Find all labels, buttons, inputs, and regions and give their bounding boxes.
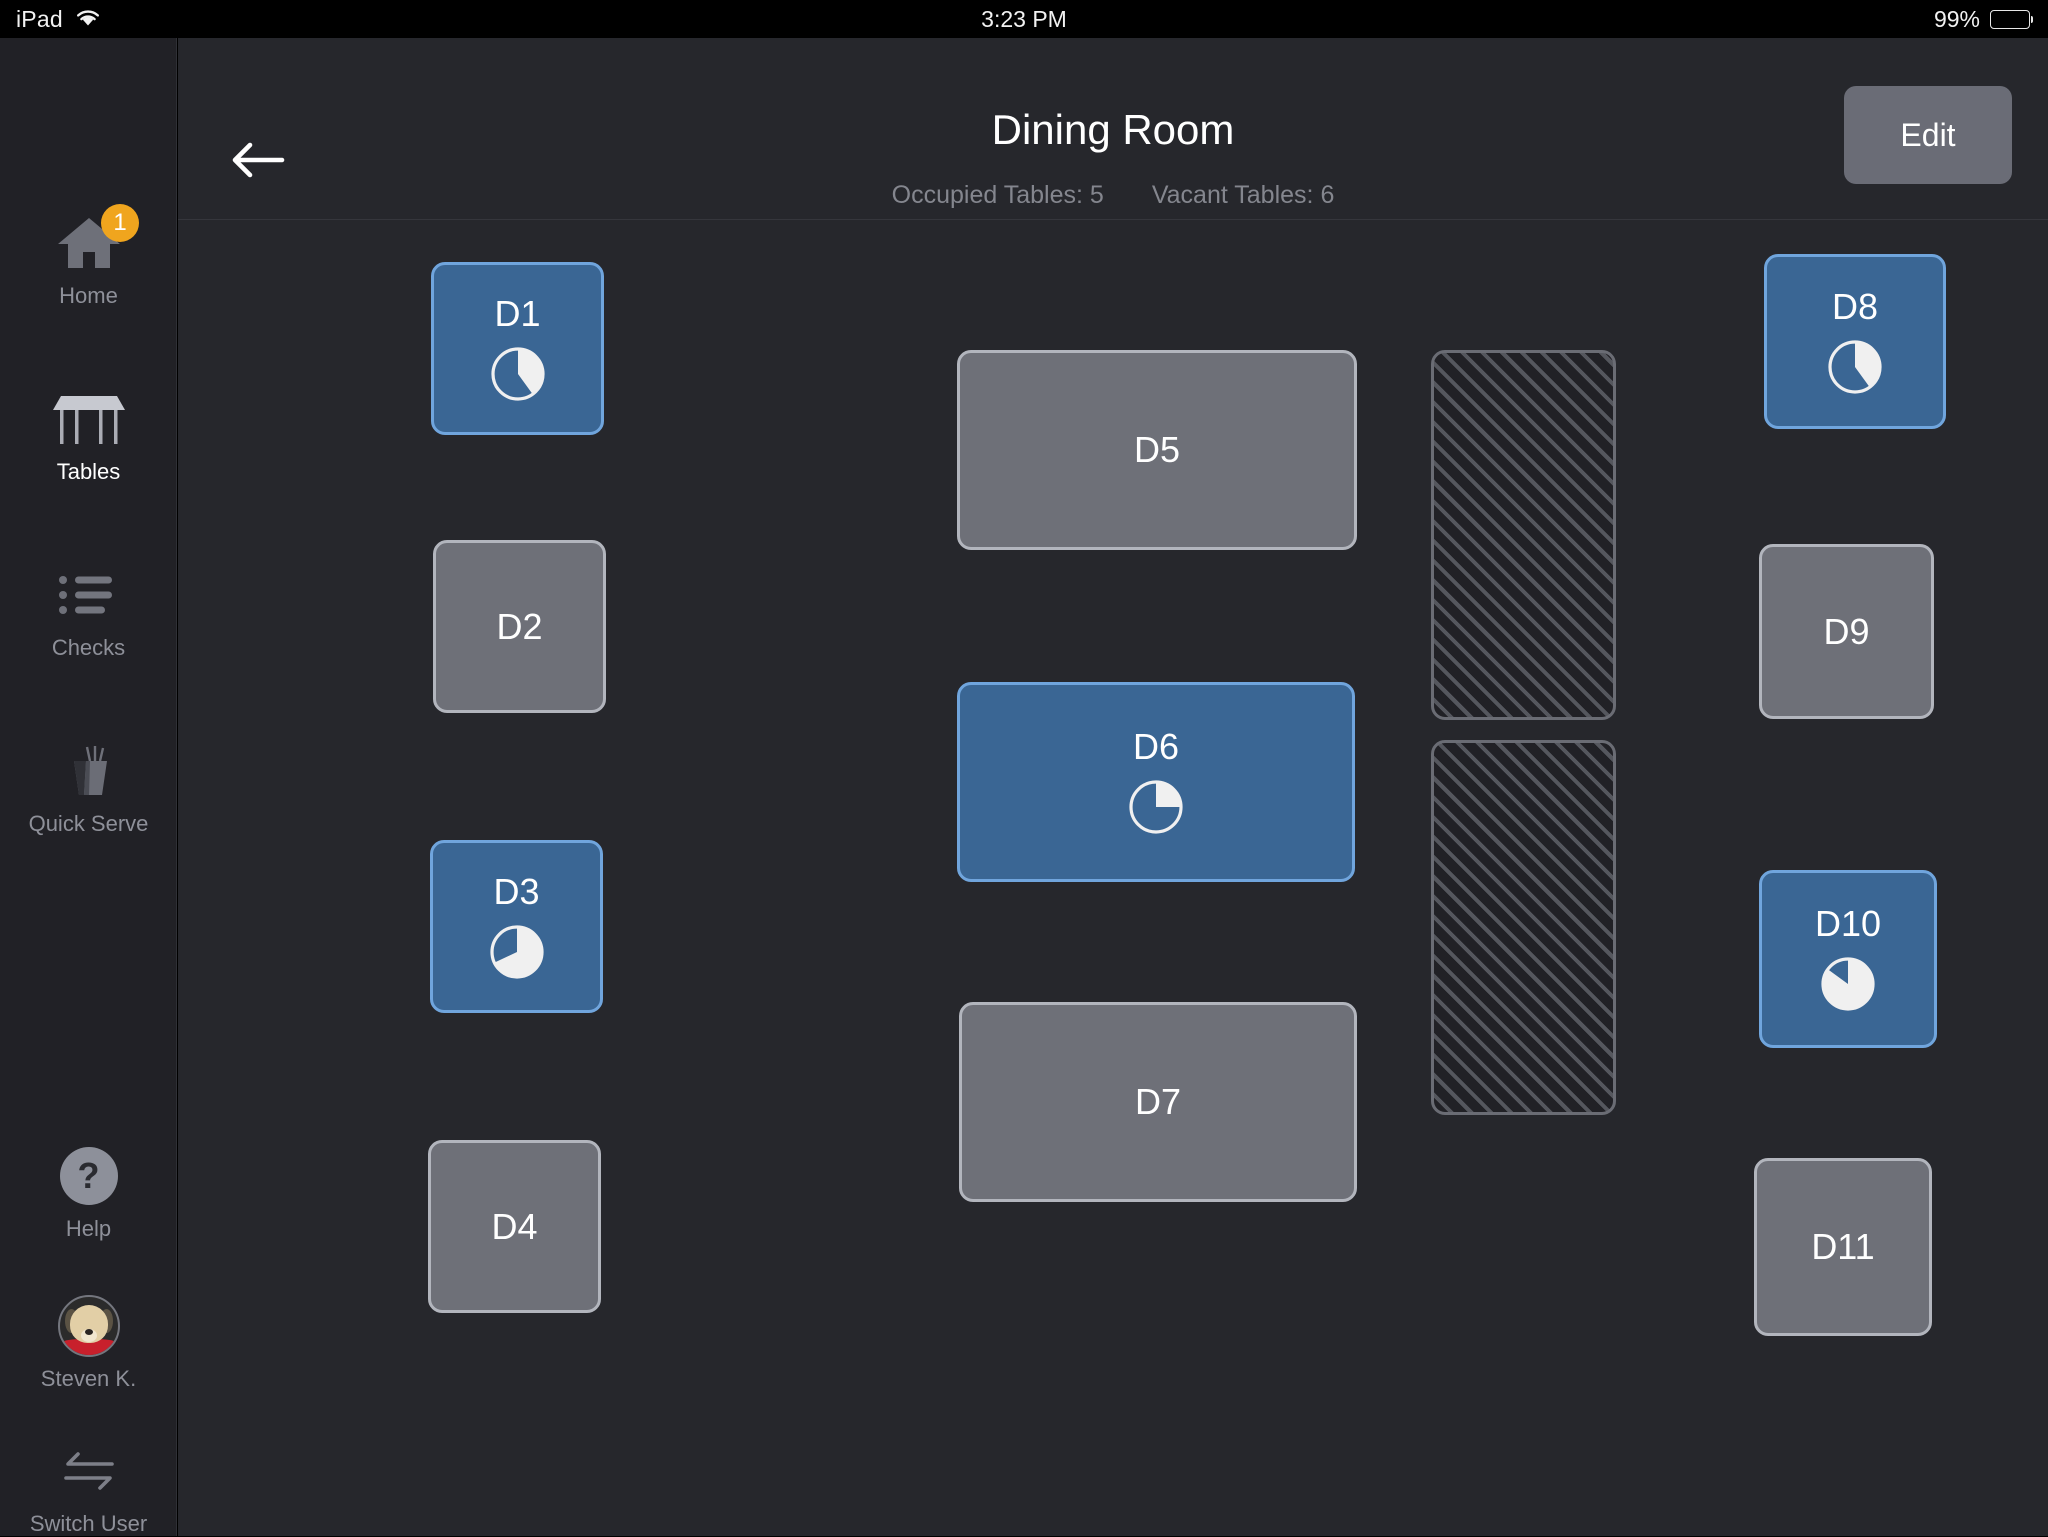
table-tile-d7[interactable]: D7 xyxy=(959,1002,1357,1202)
table-label: D7 xyxy=(1134,1081,1182,1122)
sidebar-item-checks[interactable]: Checks xyxy=(0,562,177,661)
table-tile-d3[interactable]: D3 xyxy=(430,840,603,1013)
table-label: D9 xyxy=(1823,610,1870,652)
progress-pie-icon xyxy=(1828,339,1882,394)
sidebar-item-label-checks: Checks xyxy=(51,635,126,660)
progress-pie-icon xyxy=(1129,780,1183,834)
home-badge: 1 xyxy=(101,204,139,242)
sidebar-item-user[interactable]: Steven K. xyxy=(0,1293,177,1392)
sidebar-item-quick-serve[interactable]: Quick Serve xyxy=(0,738,177,837)
swap-arrows-icon xyxy=(0,1438,177,1504)
sidebar: 1 Home Tables Checks Quick Serve ? Help … xyxy=(0,38,177,1536)
table-label: D1 xyxy=(494,292,541,334)
table-tile-d11[interactable]: D11 xyxy=(1754,1158,1932,1336)
sidebar-item-switch-user[interactable]: Switch User xyxy=(0,1438,177,1537)
home-icon: 1 xyxy=(0,204,177,276)
sidebar-item-label-user: Steven K. xyxy=(40,1366,137,1391)
table-label: D10 xyxy=(1814,903,1882,944)
occupied-count: Occupied Tables: 5 xyxy=(891,181,1104,209)
sidebar-item-tables[interactable]: Tables xyxy=(0,386,177,485)
progress-pie-icon xyxy=(489,924,544,979)
table-tile-d5[interactable]: D5 xyxy=(957,350,1357,550)
table-tile-d4[interactable]: D4 xyxy=(428,1140,601,1313)
table-label: D8 xyxy=(1831,285,1879,327)
floor-obstacle xyxy=(1431,350,1616,720)
edit-button[interactable]: Edit xyxy=(1844,86,2012,184)
table-counts: Occupied Tables: 5 Vacant Tables: 6 xyxy=(178,181,2048,210)
table-icon xyxy=(0,386,177,452)
sidebar-item-help[interactable]: ? Help xyxy=(0,1143,177,1242)
table-label: D4 xyxy=(491,1205,538,1247)
floor-plan: D1 D2 D3 D4 D5 D6 D7 D8 D9 D10 D11 xyxy=(178,220,2048,1536)
status-bar: iPad 3:23 PM 99% xyxy=(0,0,2048,38)
table-label: D11 xyxy=(1811,1226,1875,1267)
avatar xyxy=(0,1293,177,1359)
sidebar-item-label-home: Home xyxy=(59,283,118,308)
progress-pie-icon xyxy=(1821,957,1875,1011)
vacant-count: Vacant Tables: 6 xyxy=(1151,181,1335,209)
battery-icon xyxy=(1990,9,2033,29)
table-tile-d10[interactable]: D10 xyxy=(1759,870,1937,1048)
table-tile-d9[interactable]: D9 xyxy=(1759,544,1934,719)
sidebar-item-label-switch-user: Switch User xyxy=(29,1511,148,1536)
battery-percent: 99% xyxy=(1933,5,1980,32)
table-tile-d1[interactable]: D1 xyxy=(431,262,604,435)
table-label: D3 xyxy=(493,870,540,912)
status-bar-right: 99% xyxy=(1933,5,2033,33)
page-title: Dining Room xyxy=(991,106,1235,153)
question-circle-icon: ? xyxy=(0,1143,177,1209)
list-icon xyxy=(0,562,177,628)
sidebar-item-home[interactable]: 1 Home xyxy=(0,204,177,309)
table-tile-d2[interactable]: D2 xyxy=(433,540,606,713)
table-tile-d6[interactable]: D6 xyxy=(957,682,1355,882)
table-label: D6 xyxy=(1132,726,1180,767)
table-label: D2 xyxy=(496,605,543,647)
clock: 3:23 PM xyxy=(981,5,1067,32)
sidebar-item-label-help: Help xyxy=(65,1216,112,1241)
floor-obstacle xyxy=(1431,740,1616,1115)
table-tile-d8[interactable]: D8 xyxy=(1764,254,1946,429)
table-label: D5 xyxy=(1133,429,1181,470)
progress-pie-icon xyxy=(490,346,545,401)
sidebar-item-label-tables: Tables xyxy=(56,459,121,484)
cup-icon xyxy=(0,738,177,804)
page-header: Dining Room Occupied Tables: 5 Vacant Tab… xyxy=(178,38,2048,220)
sidebar-item-label-quick-serve: Quick Serve xyxy=(28,811,149,836)
